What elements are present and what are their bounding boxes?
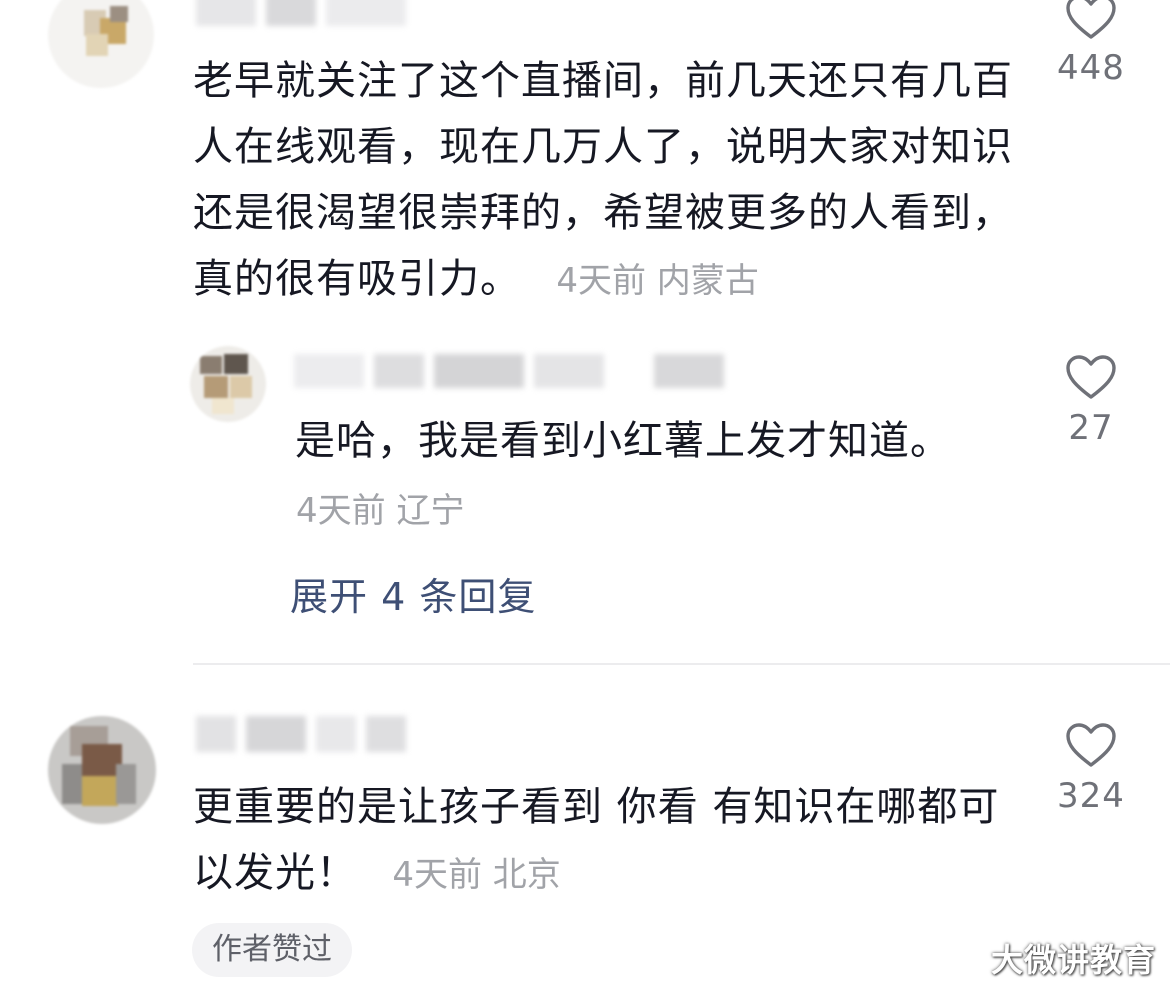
comment-time: 4天前 [392,855,482,895]
comment-time: 4天前 [556,261,646,301]
expand-replies-link[interactable]: 展开 4 条回复 [290,566,536,621]
comment-list-page: 老早就关注了这个直播间，前几天还只有几百人在线观看，现在几万人了，说明大家对知识… [0,0,1170,999]
avatar[interactable] [48,716,156,824]
watermark: 大微讲教育 [990,941,1156,979]
divider [193,663,1170,665]
heart-outline-icon [1066,355,1116,399]
like-button[interactable]: 324 [1036,722,1146,816]
like-count: 27 [1068,408,1114,448]
comment-location: 北京 [492,855,561,895]
avatar[interactable] [190,346,266,422]
reply-time: 4天前 [296,491,386,531]
reply-location: 辽宁 [396,491,465,531]
avatar[interactable] [48,0,154,88]
like-button[interactable]: 27 [1036,354,1146,448]
comment-text: 更重要的是让孩子看到 你看 有知识在哪都可以发光！ [193,784,1000,896]
like-button[interactable]: 448 [1036,0,1146,88]
like-count: 448 [1057,48,1125,88]
comment-location: 内蒙古 [656,261,759,301]
username-blurred[interactable] [196,0,406,26]
reply-text: 是哈，我是看到小红薯上发才知道。 [295,418,951,464]
heart-outline-icon [1066,0,1116,39]
username-blurred[interactable] [294,354,734,388]
heart-outline-icon [1066,723,1116,767]
comment-meta: 4天前 内蒙古 [535,261,759,301]
comment-body: 更重要的是让孩子看到 你看 有知识在哪都可以发光！ 4天前 北京 [193,774,1003,908]
username-blurred[interactable] [196,716,406,752]
comment-meta: 4天前 北京 [371,855,561,895]
like-count: 324 [1057,776,1125,816]
reply-meta: 4天前 辽宁 [296,491,464,531]
author-liked-badge: 作者赞过 [192,923,352,977]
comment-body: 老早就关注了这个直播间，前几天还只有几百人在线观看，现在几万人了，说明大家对知识… [193,48,1023,314]
